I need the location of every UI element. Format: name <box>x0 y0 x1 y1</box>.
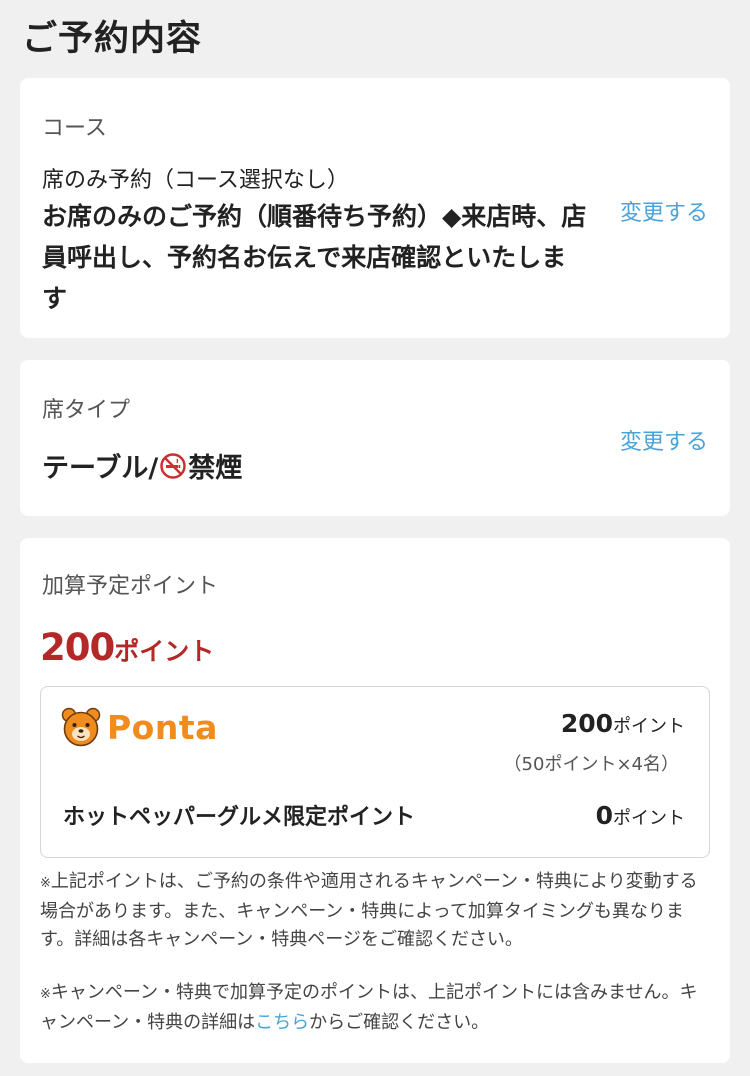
hotpepper-points-label: ホットペッパーグルメ限定ポイント <box>63 805 416 830</box>
ponta-points: 200ポイント <box>561 709 685 738</box>
points-total-unit: ポイント <box>114 637 215 666</box>
note-mark: ※ <box>40 987 51 1002</box>
points-total-number: 200 <box>40 626 115 669</box>
ponta-bear-icon <box>61 707 101 747</box>
course-sub: 席のみ予約（コース選択なし） <box>42 168 349 193</box>
hotpepper-points-number: 0 <box>595 801 613 830</box>
ponta-brand-text: Ponta <box>107 707 218 747</box>
ponta-points-breakdown: （50ポイント×4名） <box>503 754 679 775</box>
page-title: ご予約内容 <box>22 19 203 59</box>
seat-label: 席タイプ <box>42 398 131 423</box>
seat-card: 席タイプ テーブル/ 禁煙 変更する <box>20 360 730 516</box>
hotpepper-points-unit: ポイント <box>613 808 685 829</box>
points-note-2-tail: からご確認ください。 <box>309 1012 490 1033</box>
points-breakdown-box: Ponta 200ポイント （50ポイント×4名） ホットペッパーグルメ限定ポイ… <box>40 686 710 858</box>
smoking-status-text: 禁煙 <box>188 453 243 484</box>
points-card: 加算予定ポイント 200ポイント Ponta 200ポイント （50ポイント×4… <box>20 538 730 1063</box>
hotpepper-points: 0ポイント <box>596 801 685 830</box>
points-label: 加算予定ポイント <box>42 574 219 599</box>
points-total: 200ポイント <box>40 626 214 669</box>
course-label: コース <box>42 116 107 141</box>
points-note-2: ※キャンペーン・特典で加算予定のポイントは、上記ポイントには含みません。キャンペ… <box>40 979 710 1037</box>
ponta-logo: Ponta <box>61 707 218 747</box>
course-card: コース 席のみ予約（コース選択なし） お席のみのご予約（順番待ち予約）◆来店時、… <box>20 78 730 338</box>
change-seat-link[interactable]: 変更する <box>620 424 708 456</box>
points-note-1-text: 上記ポイントは、ご予約の条件や適用されるキャンペーン・特典により変動する場合があ… <box>40 871 698 950</box>
course-main: お席のみのご予約（順番待ち予約）◆来店時、店員呼出し、予約名お伝えで来店確認とい… <box>42 202 587 313</box>
seat-type-text: テーブル/ <box>42 453 159 484</box>
ponta-points-unit: ポイント <box>613 716 685 737</box>
change-course-link[interactable]: 変更する <box>620 195 708 227</box>
seat-value: テーブル/ 禁煙 <box>42 446 242 485</box>
note-mark: ※ <box>40 876 51 891</box>
points-note-1: ※上記ポイントは、ご予約の条件や適用されるキャンペーン・特典により変動する場合が… <box>40 868 710 954</box>
no-smoking-icon <box>160 452 186 479</box>
campaign-details-link[interactable]: こちら <box>255 1012 309 1033</box>
ponta-points-number: 200 <box>560 709 613 738</box>
